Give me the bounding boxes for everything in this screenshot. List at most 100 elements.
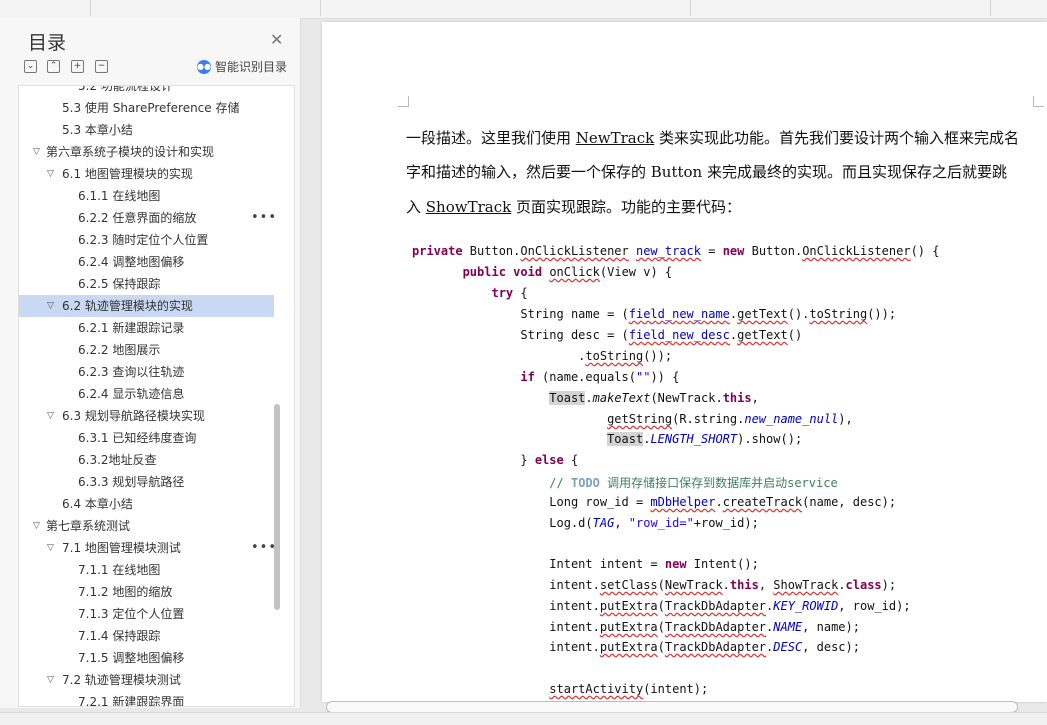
toc-item-label: 6.2.5 保持跟踪 bbox=[78, 277, 161, 291]
toc-item[interactable]: ▽ 7.2 轨迹管理模块测试 bbox=[19, 669, 274, 691]
toc-item[interactable]: ▽ 第六章系统子模块的设计和实现 bbox=[19, 141, 274, 163]
toc-item[interactable]: 6.2.2 任意界面的缩放 ••• bbox=[19, 207, 277, 229]
code-line: Log.d(TAG, "row_id="+row_id); bbox=[412, 516, 759, 530]
toc-item-label: 6.2.4 调整地图偏移 bbox=[78, 255, 185, 269]
chevron-down-icon[interactable]: ▽ bbox=[47, 163, 54, 185]
code-line: intent.putExtra(TrackDbAdapter.NAME, nam… bbox=[412, 620, 860, 634]
body-paragraph-line: 入 ShowTrack 页面实现跟踪。功能的主要代码： bbox=[406, 198, 741, 216]
body-paragraph-line: 字和描述的输入，然后要一个保存的 Button 来完成最终的实现。而且实现保存之… bbox=[406, 163, 1007, 181]
code-line: intent.putExtra(TrackDbAdapter.KEY_ROWID… bbox=[412, 599, 911, 613]
toc-item-label: 7.2 轨迹管理模块测试 bbox=[62, 673, 181, 687]
toc-item-label: 6.2.3 随时定位个人位置 bbox=[78, 233, 209, 247]
toc-item[interactable]: 5.3 本章小结 bbox=[19, 119, 274, 141]
toc-item-label: 5.3 本章小结 bbox=[62, 123, 133, 137]
toc-item[interactable]: 6.3.2地址反查 bbox=[19, 449, 274, 471]
table-of-contents-panel: 目录 ✕ ⌄ ⌃ + − ●● 智能识别目录 5.2 功能流程设计 5.3 使用 … bbox=[0, 18, 301, 708]
toc-item[interactable]: 6.2.4 显示轨迹信息 bbox=[19, 383, 274, 405]
toc-item-label: 7.1.1 在线地图 bbox=[78, 563, 161, 577]
chevron-down-icon[interactable]: ▽ bbox=[33, 141, 40, 163]
top-toolbar-strip bbox=[0, 0, 1047, 19]
toc-item[interactable]: 6.2.3 随时定位个人位置 bbox=[19, 229, 274, 251]
expand-up-icon[interactable]: ⌃ bbox=[47, 60, 60, 73]
toc-item[interactable]: 6.3.3 规划导航路径 bbox=[19, 471, 274, 493]
toc-item[interactable]: 7.1.5 调整地图偏移 bbox=[19, 647, 274, 669]
toolbar-segment bbox=[320, 0, 691, 16]
code-line: startActivity(intent); bbox=[549, 682, 709, 696]
toc-item-label: 5.3 使用 SharePreference 存储 bbox=[62, 101, 240, 115]
toc-item-label: 6.2.4 显示轨迹信息 bbox=[78, 387, 185, 401]
toc-scrollbar[interactable] bbox=[274, 404, 280, 610]
toc-item-label: 6.3.2地址反查 bbox=[78, 453, 157, 467]
code-line: String name = (field_new_name.getText().… bbox=[412, 307, 897, 321]
toc-item[interactable]: 7.2.1 新建跟踪界面 bbox=[19, 691, 274, 707]
smart-toc-button[interactable]: ●● 智能识别目录 bbox=[197, 58, 287, 75]
code-line: intent.putExtra(TrackDbAdapter.DESC, des… bbox=[412, 640, 860, 654]
chevron-down-icon[interactable]: ▽ bbox=[33, 515, 40, 537]
toc-item-label: 6.1 地图管理模块的实现 bbox=[62, 167, 193, 181]
toc-item-label: 7.1.2 地图的缩放 bbox=[78, 585, 173, 599]
code-line: public void onClick(View v) { bbox=[462, 265, 673, 279]
chevron-down-icon[interactable]: ▽ bbox=[47, 405, 54, 427]
body-paragraph-line: 一段描述。这里我们使用 NewTrack 类来实现此功能。首先我们要设计两个输入… bbox=[406, 129, 1020, 147]
page-corner-mark bbox=[398, 96, 409, 107]
toc-item[interactable]: 6.2.3 查询以往轨迹 bbox=[19, 361, 274, 383]
toolbar-segment bbox=[690, 0, 991, 16]
code-line: private Button.OnClickListener new_track… bbox=[412, 244, 940, 258]
chevron-down-icon[interactable]: ▽ bbox=[47, 669, 54, 691]
toc-item-label: 6.2 轨迹管理模块的实现 bbox=[62, 299, 193, 313]
toc-item[interactable]: 6.2.5 保持跟踪 bbox=[19, 273, 274, 295]
toc-title: 目录 bbox=[28, 32, 67, 54]
code-line: Toast.LENGTH_SHORT).show(); bbox=[607, 432, 803, 446]
horizontal-scrollbar[interactable] bbox=[322, 700, 1022, 713]
toc-item-label: 6.3.1 已知经纬度查询 bbox=[78, 431, 197, 445]
toc-item[interactable]: 7.1.3 定位个人位置 bbox=[19, 603, 274, 625]
toc-item-label: 7.1 地图管理模块测试 bbox=[62, 541, 181, 555]
toc-item[interactable]: 6.2.4 调整地图偏移 bbox=[19, 251, 274, 273]
code-line: String desc = (field_new_desc.getText() bbox=[412, 328, 803, 342]
page-corner-mark bbox=[1033, 96, 1044, 107]
remove-heading-icon[interactable]: − bbox=[95, 60, 108, 73]
toc-item[interactable]: ▽ 第七章系统测试 bbox=[19, 515, 274, 537]
chevron-down-icon[interactable]: ▽ bbox=[47, 295, 54, 317]
close-icon[interactable]: ✕ bbox=[270, 30, 283, 49]
toolbar-segment bbox=[0, 0, 91, 16]
code-line: Long row_id = mDbHelper.createTrack(name… bbox=[412, 495, 897, 509]
code-line: if (name.equals("")) { bbox=[520, 370, 680, 384]
code-line: } else { bbox=[412, 453, 579, 467]
toc-item[interactable]: 6.2.2 地图展示 bbox=[19, 339, 274, 361]
toc-item[interactable]: ▽ 6.1 地图管理模块的实现 bbox=[19, 163, 274, 185]
toolbar-segment bbox=[90, 0, 321, 16]
code-line: // TODO 调用存储接口保存到数据库并启动service bbox=[549, 476, 838, 490]
toc-item[interactable]: 5.2 功能流程设计 bbox=[19, 85, 274, 97]
toc-item[interactable]: 6.1.1 在线地图 bbox=[19, 185, 274, 207]
robot-icon: ●● bbox=[197, 59, 211, 74]
toc-item-label: 5.2 功能流程设计 bbox=[78, 85, 173, 93]
toc-item[interactable]: ▽ 7.1 地图管理模块测试 ••• bbox=[19, 537, 276, 559]
more-options-icon[interactable]: ••• bbox=[251, 207, 277, 229]
toc-item[interactable]: ▽ 6.2 轨迹管理模块的实现 bbox=[19, 295, 274, 317]
smart-toc-label: 智能识别目录 bbox=[215, 60, 288, 74]
status-bar bbox=[0, 712, 1047, 725]
toc-item[interactable]: 6.2.1 新建跟踪记录 bbox=[19, 317, 274, 339]
toc-item-label: 第六章系统子模块的设计和实现 bbox=[46, 145, 215, 159]
toc-item-label: 7.1.3 定位个人位置 bbox=[78, 607, 185, 621]
toc-item-label: 6.1.1 在线地图 bbox=[78, 189, 161, 203]
add-heading-icon[interactable]: + bbox=[71, 60, 84, 73]
toc-item-label: 7.2.1 新建跟踪界面 bbox=[78, 695, 185, 707]
toc-item-label: 6.2.2 地图展示 bbox=[78, 343, 161, 357]
code-line: getString(R.string.new_name_null), bbox=[607, 412, 853, 426]
toc-item-label: 6.4 本章小结 bbox=[62, 497, 133, 511]
chevron-down-icon[interactable]: ▽ bbox=[47, 537, 54, 559]
toc-item[interactable]: ▽ 6.3 规划导航路径模块实现 bbox=[19, 405, 274, 427]
toc-item-label: 第七章系统测试 bbox=[46, 519, 131, 533]
toc-item[interactable]: 7.1.4 保持跟踪 bbox=[19, 625, 274, 647]
toc-item-label: 6.2.1 新建跟踪记录 bbox=[78, 321, 185, 335]
collapse-all-icon[interactable]: ⌄ bbox=[24, 60, 37, 73]
toc-item[interactable]: 7.1.1 在线地图 bbox=[19, 559, 274, 581]
code-line: Toast.makeText(NewTrack.this, bbox=[549, 391, 759, 405]
toc-item[interactable]: 5.3 使用 SharePreference 存储 bbox=[19, 97, 274, 119]
toc-item[interactable]: 6.3.1 已知经纬度查询 bbox=[19, 427, 274, 449]
toc-item[interactable]: 7.1.2 地图的缩放 bbox=[19, 581, 274, 603]
toc-item-label: 7.1.4 保持跟踪 bbox=[78, 629, 161, 643]
toc-item[interactable]: 6.4 本章小结 bbox=[19, 493, 274, 515]
